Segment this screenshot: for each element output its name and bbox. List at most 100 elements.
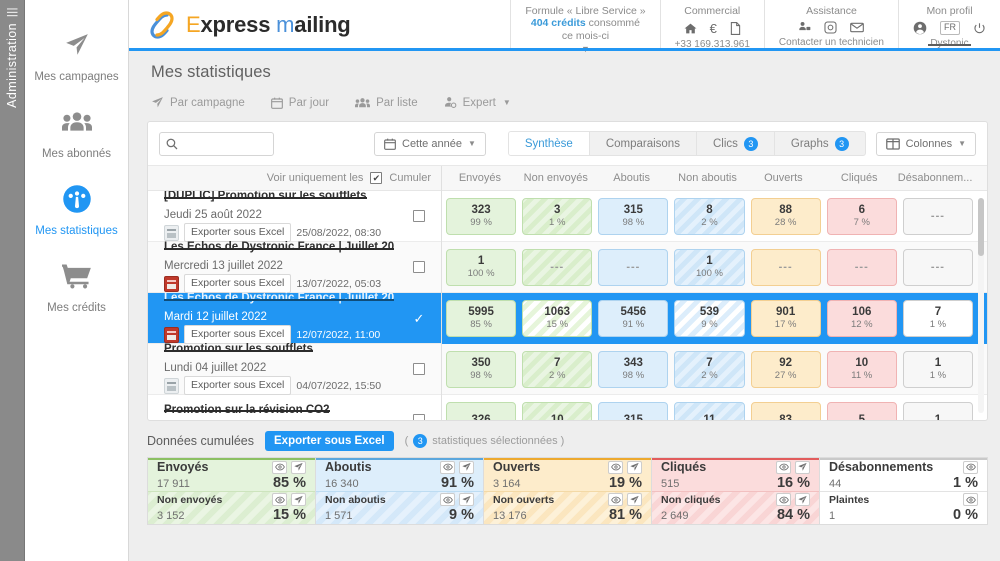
paper-plane-icon[interactable] <box>795 493 810 506</box>
power-icon[interactable] <box>973 22 986 35</box>
eye-icon[interactable] <box>608 460 623 474</box>
eye-icon[interactable] <box>440 493 455 506</box>
tab-expert[interactable]: Expert ▼ <box>444 96 511 109</box>
chevron-down-icon[interactable]: ▼ <box>503 98 511 107</box>
checkbox-unchecked-icon[interactable] <box>413 261 425 274</box>
formule-credits-line: 404 crédits consommé ce mois-ci <box>531 17 640 43</box>
tab-clics[interactable]: Clics 3 <box>697 132 775 155</box>
column-header[interactable]: Ouverts <box>745 172 821 184</box>
paper-plane-icon[interactable] <box>291 460 306 474</box>
sidebar-item-abonnes[interactable]: Mes abonnés <box>25 93 128 170</box>
search-box[interactable] <box>159 131 274 156</box>
cumulative-cell-header: Envoyés <box>157 460 306 474</box>
home-icon[interactable] <box>684 22 697 35</box>
cumul-checkbox-cell[interactable] <box>397 414 441 420</box>
table-row[interactable]: [DUPLIC] Promotion sur les soufflets Jeu… <box>148 191 441 243</box>
column-header[interactable]: Désabonnem... <box>897 172 973 184</box>
tab-graphs[interactable]: Graphs 3 <box>775 132 865 155</box>
table-row[interactable]: Les Echos de Dystronic France | Juillet … <box>148 241 441 294</box>
column-header[interactable]: Envoyés <box>442 172 518 184</box>
checkbox-unchecked-icon[interactable] <box>413 414 425 420</box>
export-excel-button[interactable]: Exporter sous Excel <box>265 431 394 451</box>
lifebuoy-icon[interactable] <box>824 21 837 34</box>
cumul-checkbox-cell[interactable] <box>397 261 441 274</box>
envelope-icon[interactable] <box>850 22 865 33</box>
eye-icon[interactable] <box>963 460 978 474</box>
eye-icon[interactable] <box>963 493 978 506</box>
sidebar-item-statistiques[interactable]: Mes statistiques <box>25 170 128 247</box>
document-icon[interactable] <box>730 22 741 35</box>
stat-cell: 5456 91 % <box>598 299 669 337</box>
stats-row[interactable]: 326 10 315 11 83 5 1 <box>442 395 987 420</box>
cumul-checkbox-cell[interactable]: ✓ <box>397 312 441 325</box>
tab-synthese[interactable]: Synthèse <box>508 132 590 155</box>
campaign-list-body: [DUPLIC] Promotion sur les soufflets Jeu… <box>148 191 441 420</box>
export-excel-button[interactable]: Exporter sous Excel <box>184 223 292 243</box>
year-filter-button[interactable]: Cette année ▼ <box>374 131 486 156</box>
columns-button[interactable]: Colonnes ▼ <box>875 131 976 156</box>
language-chip[interactable]: FR <box>940 21 960 35</box>
eye-icon[interactable] <box>272 460 287 474</box>
paper-plane-icon[interactable] <box>459 460 474 474</box>
paper-plane-icon[interactable] <box>627 493 642 506</box>
tab-comparaisons[interactable]: Comparaisons <box>590 132 697 155</box>
eye-icon[interactable] <box>776 460 791 474</box>
stats-row[interactable]: 5995 85 % 1063 15 % 5456 91 % 539 9 % 901 17 % 106… <box>442 293 987 345</box>
checkbox-unchecked-icon[interactable] <box>413 363 425 376</box>
chevron-down-icon: ▼ <box>467 139 476 148</box>
vertical-scrollbar[interactable] <box>978 198 984 413</box>
stat-cell: 67 % <box>826 197 897 235</box>
cumul-checkbox-cell[interactable] <box>397 210 441 223</box>
eye-icon[interactable] <box>272 493 287 506</box>
cumulative-group: Envoyés 17 911 85 % Non envoyés 3 152 15 % <box>148 458 316 524</box>
assistance-sub[interactable]: Contacter un technicien <box>779 37 884 48</box>
eye-icon[interactable] <box>608 493 623 506</box>
selected-count-text: statistiques sélectionnées ) <box>432 435 565 447</box>
column-header[interactable]: Non envoyés <box>518 172 594 184</box>
checkbox-unchecked-icon[interactable] <box>413 210 425 223</box>
stat-cell: 1063 15 % <box>522 299 593 337</box>
table-row[interactable]: Promotion sur la révision CO2 Mercredi 1… <box>148 395 441 420</box>
stat-cell: 901 17 % <box>750 299 821 337</box>
table-row[interactable]: Les Echos de Dystronic France | Juillet … <box>148 292 441 345</box>
paper-plane-icon[interactable] <box>795 460 810 474</box>
sidebar-item-credits[interactable]: Mes crédits <box>25 247 128 324</box>
account-icon[interactable] <box>913 21 927 35</box>
tab-par-campagne[interactable]: Par campagne <box>151 96 245 109</box>
column-header[interactable]: Aboutis <box>594 172 670 184</box>
stats-row[interactable]: 350 98 % 7 2 % 343 98 % 7 2 % 92 27 % 10 11 % 1 1 % <box>442 344 987 396</box>
euro-icon[interactable]: € <box>710 21 717 36</box>
page-header: Mes statistiques Par campagne Par jour P… <box>129 51 1000 115</box>
nav-group-formule[interactable]: Formule « Libre Service » 404 crédits co… <box>510 0 659 54</box>
campaign-title: Promotion sur la révision CO2 <box>164 403 330 416</box>
paper-plane-icon[interactable] <box>291 493 306 506</box>
scrollbar-thumb[interactable] <box>978 198 984 256</box>
export-excel-button[interactable]: Exporter sous Excel <box>184 376 292 396</box>
user-network-icon[interactable] <box>798 21 811 34</box>
table-row[interactable]: Promotion sur les soufflets Lundi 04 jui… <box>148 343 441 396</box>
cumul-checkbox-cell[interactable] <box>397 363 441 376</box>
eye-icon[interactable] <box>776 493 791 506</box>
campaign-title: Promotion sur les soufflets <box>164 343 313 356</box>
paper-plane-icon[interactable] <box>627 460 642 474</box>
stats-row[interactable]: 1 100 % --- --- 1 100 % --- --- --- <box>442 242 987 294</box>
sidebar-item-campagnes[interactable]: Mes campagnes <box>25 16 128 93</box>
sidebar-item-label: Mes crédits <box>47 302 106 314</box>
eye-icon[interactable] <box>440 460 455 474</box>
stat-cell: 1 <box>902 401 973 420</box>
export-excel-button[interactable]: Exporter sous Excel <box>184 325 292 345</box>
search-input[interactable] <box>183 137 267 150</box>
cumulative-cell-header: Non cliqués <box>661 493 810 506</box>
paper-plane-icon[interactable] <box>459 493 474 506</box>
only-checkbox[interactable]: ✔ <box>370 172 383 185</box>
stats-row[interactable]: 323 99 % 3 1 % 315 98 % 8 2 % 88 28 % 6 7 % --- <box>442 191 987 243</box>
export-excel-button[interactable]: Exporter sous Excel <box>184 274 292 294</box>
tab-par-liste[interactable]: Par liste <box>355 96 418 109</box>
tab-par-jour[interactable]: Par jour <box>270 96 329 109</box>
checkbox-checked-icon[interactable]: ✓ <box>414 312 425 325</box>
column-header[interactable]: Non aboutis <box>670 172 746 184</box>
brand-logo[interactable]: Express mailing <box>129 0 351 50</box>
column-header[interactable]: Cliqués <box>821 172 897 184</box>
excel-file-icon <box>164 224 179 241</box>
hamburger-icon[interactable]: ||| <box>6 7 18 17</box>
